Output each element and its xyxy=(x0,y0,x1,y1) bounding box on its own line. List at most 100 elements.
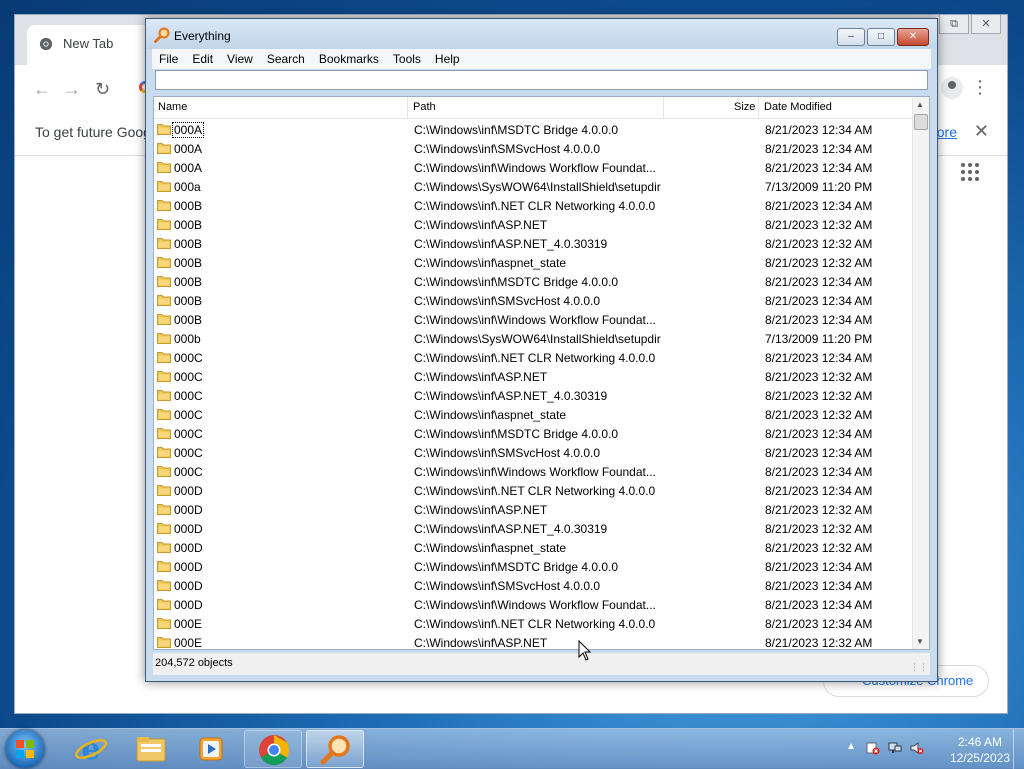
close-icon[interactable]: ✕ xyxy=(974,121,989,142)
folder-icon xyxy=(157,447,171,458)
window-title: Everything xyxy=(174,29,231,43)
result-date-modified: 8/21/2023 12:34 AM xyxy=(765,579,873,593)
result-row[interactable]: 000D C:\Windows\inf\ASP.NET_4.0.30319 8/21… xyxy=(154,519,913,538)
menu-help[interactable]: Help xyxy=(428,49,467,69)
taskbar-chrome[interactable] xyxy=(244,730,302,768)
result-date-modified: 7/13/2009 11:20 PM xyxy=(765,332,873,346)
taskbar-everything[interactable] xyxy=(306,730,364,768)
result-row[interactable]: 000D C:\Windows\inf\SMSvcHost 4.0.0.0 8/21… xyxy=(154,576,913,595)
result-row[interactable]: 000B C:\Windows\inf\.NET CLR Networking 4… xyxy=(154,196,913,215)
result-path: C:\Windows\inf\aspnet_state xyxy=(414,541,567,555)
close-button[interactable]: ✕ xyxy=(897,28,929,46)
result-name: 000B xyxy=(174,237,203,251)
start-button[interactable] xyxy=(6,730,44,768)
column-name[interactable]: Name xyxy=(158,101,187,113)
folder-icon xyxy=(157,637,171,648)
result-row[interactable]: 000C C:\Windows\inf\SMSvcHost 4.0.0.0 8/21… xyxy=(154,443,913,462)
column-date-modified[interactable]: Date Modified xyxy=(764,101,832,113)
forward-icon[interactable]: → xyxy=(63,79,81,100)
taskbar-internet-explorer[interactable]: e xyxy=(62,730,120,768)
back-icon[interactable]: ← xyxy=(33,79,51,100)
show-desktop-button[interactable] xyxy=(1013,729,1024,769)
result-row[interactable]: 000C C:\Windows\inf\.NET CLR Networking 4… xyxy=(154,348,913,367)
result-row[interactable]: 000B C:\Windows\inf\aspnet_state 8/21/2023… xyxy=(154,253,913,272)
result-path: C:\Windows\inf\MSDTC Bridge 4.0.0.0 xyxy=(414,560,619,574)
menu-bookmarks[interactable]: Bookmarks xyxy=(312,49,386,69)
result-row[interactable]: 000E C:\Windows\inf\.NET CLR Networking 4… xyxy=(154,614,913,633)
result-row[interactable]: 000b C:\Windows\SysWOW64\InstallShield\se… xyxy=(154,329,913,348)
result-path: C:\Windows\inf\MSDTC Bridge 4.0.0.0 xyxy=(414,427,619,441)
result-row[interactable]: 000D C:\Windows\inf\.NET CLR Networking 4… xyxy=(154,481,913,500)
column-size[interactable]: Size xyxy=(734,101,755,113)
folder-icon xyxy=(157,314,171,325)
scroll-down-icon[interactable]: ▼ xyxy=(916,637,924,646)
result-row[interactable]: 000B C:\Windows\inf\Windows Workflow Foun… xyxy=(154,310,913,329)
clock-date: 12/25/2023 xyxy=(949,751,1010,765)
action-center-icon[interactable] xyxy=(866,741,880,755)
result-path: C:\Windows\inf\.NET CLR Networking 4.0.0… xyxy=(414,199,656,213)
reload-icon[interactable]: ↻ xyxy=(95,79,110,100)
result-date-modified: 8/21/2023 12:34 AM xyxy=(765,161,873,175)
result-date-modified: 8/21/2023 12:34 AM xyxy=(765,598,873,612)
volume-muted-icon[interactable] xyxy=(910,741,924,755)
column-path[interactable]: Path xyxy=(413,101,436,113)
profile-icon[interactable] xyxy=(941,77,963,99)
result-row[interactable]: 000A C:\Windows\inf\SMSvcHost 4.0.0.0 8/21… xyxy=(154,139,913,158)
result-row[interactable]: 000a C:\Windows\SysWOW64\InstallShield\se… xyxy=(154,177,913,196)
show-hidden-icons-icon[interactable]: ▲ xyxy=(846,741,856,752)
result-name: 000C xyxy=(174,427,203,441)
taskbar-file-explorer[interactable] xyxy=(122,730,180,768)
clock[interactable]: 2:46 AM 12/25/2023 xyxy=(950,734,1010,766)
result-row[interactable]: 000D C:\Windows\inf\MSDTC Bridge 4.0.0.0 8… xyxy=(154,557,913,576)
result-row[interactable]: 000D C:\Windows\inf\ASP.NET 8/21/2023 12:3… xyxy=(154,500,913,519)
result-row[interactable]: 000B C:\Windows\inf\ASP.NET_4.0.30319 8/21… xyxy=(154,234,913,253)
result-path: C:\Windows\inf\ASP.NET xyxy=(414,503,548,517)
folder-icon xyxy=(157,371,171,382)
tab-title: New Tab xyxy=(63,36,114,51)
menu-file[interactable]: File xyxy=(152,49,185,69)
vertical-scrollbar[interactable]: ▲ ▼ xyxy=(912,97,929,649)
title-bar[interactable]: Everything – □ ✕ xyxy=(146,19,937,49)
resize-grip-icon[interactable]: ⋮⋮ xyxy=(910,662,928,673)
infobar-link[interactable]: ore xyxy=(937,124,957,140)
column-divider[interactable] xyxy=(663,97,664,118)
result-row[interactable]: 000D C:\Windows\inf\Windows Workflow Foun… xyxy=(154,595,913,614)
menu-tools[interactable]: Tools xyxy=(386,49,428,69)
result-row[interactable]: 000C C:\Windows\inf\aspnet_state 8/21/2023… xyxy=(154,405,913,424)
menu-view[interactable]: View xyxy=(220,49,260,69)
menu-edit[interactable]: Edit xyxy=(185,49,220,69)
result-date-modified: 8/21/2023 12:34 AM xyxy=(765,142,873,156)
apps-grid-icon[interactable] xyxy=(961,163,979,181)
result-row[interactable]: 000A C:\Windows\inf\MSDTC Bridge 4.0.0.0 8… xyxy=(154,120,913,139)
chrome-logo-icon xyxy=(39,37,53,51)
result-row[interactable]: 000C C:\Windows\inf\MSDTC Bridge 4.0.0.0 8… xyxy=(154,424,913,443)
scroll-thumb[interactable] xyxy=(914,114,928,130)
minimize-button[interactable]: – xyxy=(837,28,865,46)
restore-button[interactable]: ⧉ xyxy=(939,15,969,34)
column-divider[interactable] xyxy=(758,97,759,118)
result-row[interactable]: 000D C:\Windows\inf\aspnet_state 8/21/2023… xyxy=(154,538,913,557)
folder-icon xyxy=(157,504,171,515)
result-row[interactable]: 000C C:\Windows\inf\ASP.NET_4.0.30319 8/21… xyxy=(154,386,913,405)
result-row[interactable]: 000C C:\Windows\inf\Windows Workflow Foun… xyxy=(154,462,913,481)
internet-explorer-icon: e xyxy=(75,732,107,767)
result-row[interactable]: 000B C:\Windows\inf\SMSvcHost 4.0.0.0 8/21… xyxy=(154,291,913,310)
menu-icon[interactable]: ⋮ xyxy=(971,77,989,97)
column-divider[interactable] xyxy=(407,97,408,118)
taskbar-media-player[interactable] xyxy=(182,730,240,768)
scroll-up-icon[interactable]: ▲ xyxy=(916,100,924,109)
result-name: 000D xyxy=(174,522,203,536)
result-row[interactable]: 000B C:\Windows\inf\ASP.NET 8/21/2023 12:3… xyxy=(154,215,913,234)
search-input[interactable] xyxy=(155,70,928,90)
result-name: 000A xyxy=(174,142,203,156)
result-row[interactable]: 000C C:\Windows\inf\ASP.NET 8/21/2023 12:3… xyxy=(154,367,913,386)
folder-icon xyxy=(157,466,171,477)
result-row[interactable]: 000A C:\Windows\inf\Windows Workflow Foun… xyxy=(154,158,913,177)
menu-search[interactable]: Search xyxy=(260,49,312,69)
result-row[interactable]: 000B C:\Windows\inf\MSDTC Bridge 4.0.0.0 8… xyxy=(154,272,913,291)
maximize-button[interactable]: □ xyxy=(867,28,895,46)
close-button[interactable]: ✕ xyxy=(971,15,1001,34)
folder-icon xyxy=(157,124,171,135)
network-icon[interactable] xyxy=(888,741,902,755)
result-row[interactable]: 000E C:\Windows\inf\ASP.NET 8/21/2023 12:3… xyxy=(154,633,913,649)
